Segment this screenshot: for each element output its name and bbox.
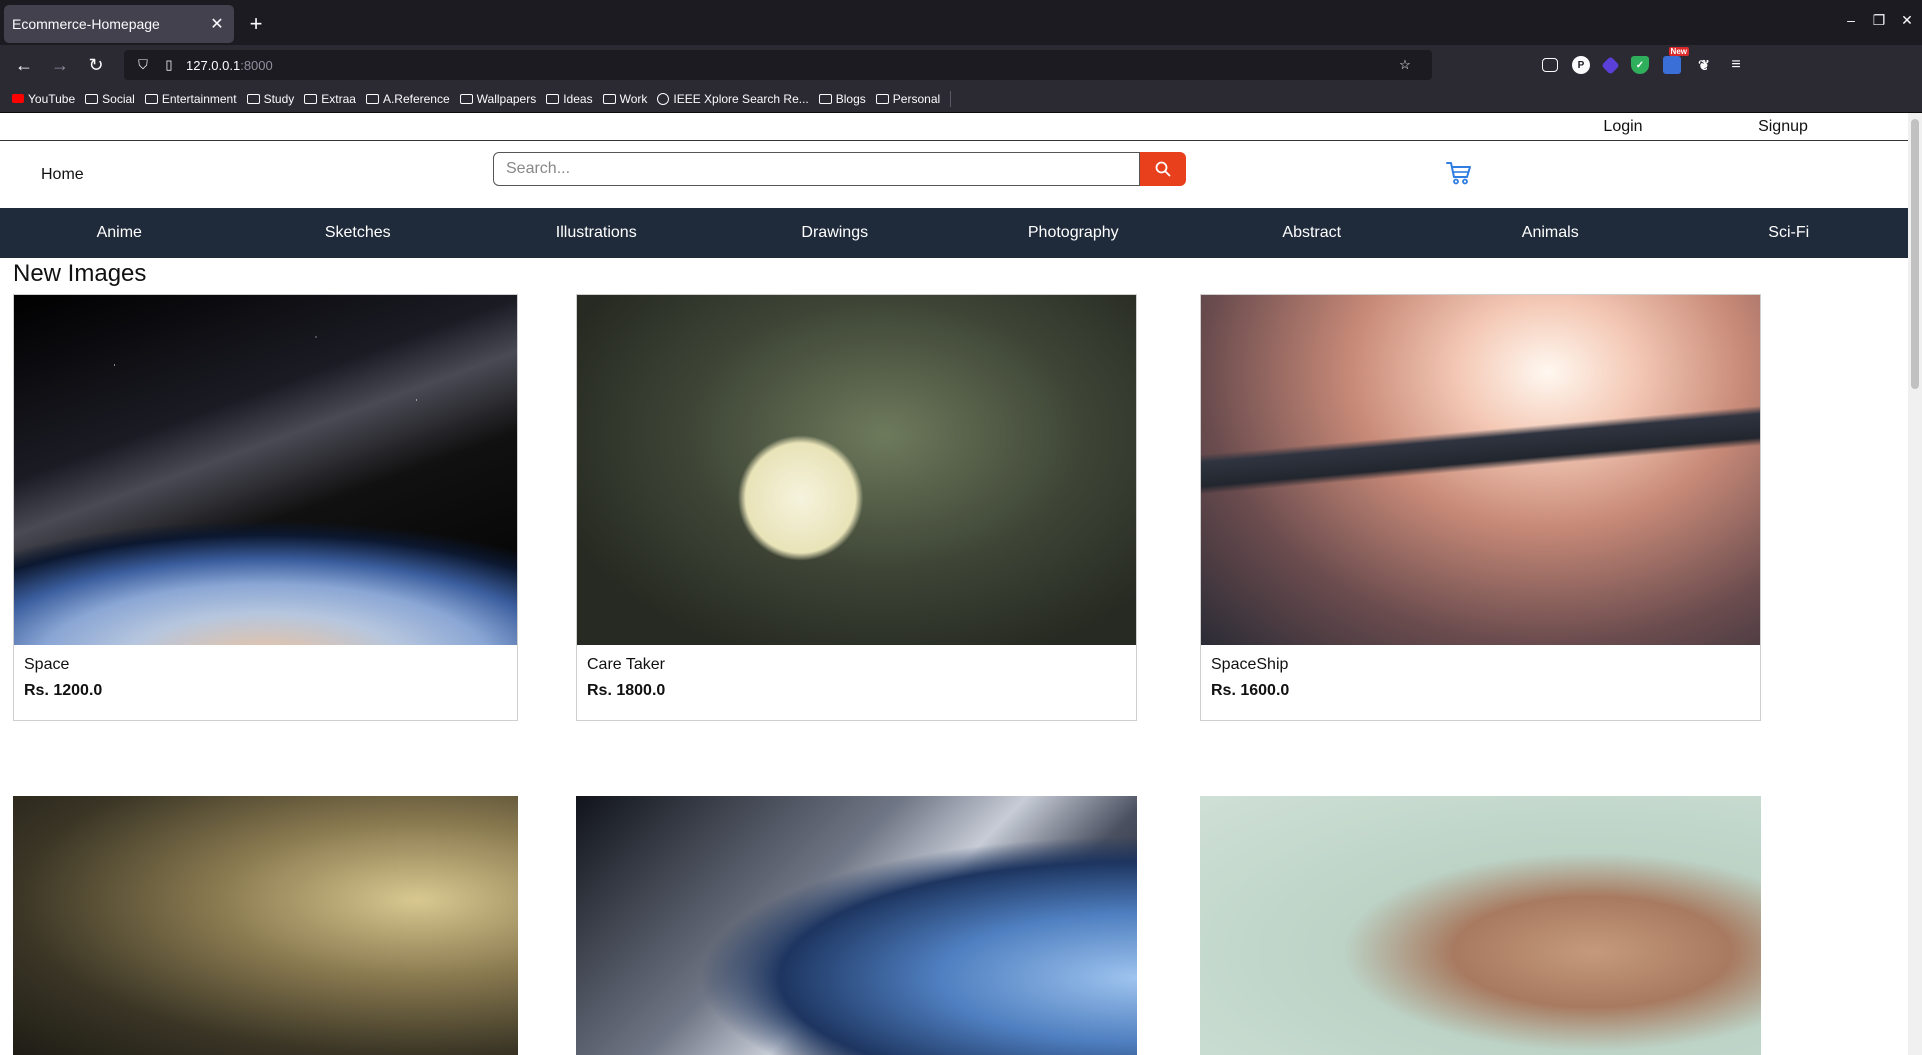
browser-tabbar: Ecommerce-Homepage ✕ + – ❐ ✕ — [0, 0, 1922, 45]
page: Login Signup Home Search... Anime Sketch… — [0, 113, 1908, 1055]
category-anime[interactable]: Anime — [0, 224, 239, 242]
page-icon: ▯ — [165, 57, 173, 72]
bookmark-folder-study[interactable]: Study — [246, 92, 294, 106]
bookmark-star-icon[interactable]: ☆ — [1396, 57, 1414, 73]
folder-icon — [818, 93, 832, 104]
close-icon[interactable]: ✕ — [208, 14, 226, 34]
category-nav: Anime Sketches Illustrations Drawings Ph… — [0, 208, 1908, 258]
url-bar[interactable]: ⛉ ▯ 127.0.0.1 :8000 ☆ — [124, 50, 1432, 80]
browser-navbar: ← → ↻ ⛉ ▯ 127.0.0.1 :8000 ☆ P ✓ New ❦ ≡ — [0, 45, 1922, 85]
url-host: 127.0.0.1 — [186, 57, 241, 73]
bookmark-youtube[interactable]: YouTube — [12, 92, 75, 106]
bookmark-folder-areference[interactable]: A.Reference — [365, 92, 450, 106]
product-card[interactable]: Care Taker Rs. 1800.0 — [576, 294, 1137, 721]
product-name: Space — [24, 656, 70, 673]
folder-icon — [459, 93, 473, 104]
extension-icons: P ✓ New ❦ ≡ — [1542, 47, 1745, 75]
product-price: Rs. 1800.0 — [587, 682, 666, 699]
new-badge: New — [1668, 47, 1689, 56]
category-abstract[interactable]: Abstract — [1193, 224, 1432, 242]
pocket-icon[interactable] — [1542, 58, 1558, 72]
bookmark-folder-entertainment[interactable]: Entertainment — [144, 92, 237, 106]
minimize-icon[interactable]: – — [1844, 12, 1858, 29]
cart-button[interactable] — [1446, 161, 1472, 190]
product-image[interactable] — [1201, 295, 1760, 645]
new-badge-extension-icon[interactable]: New — [1663, 47, 1689, 74]
search-form — [493, 152, 1186, 186]
product-price: Rs. 1200.0 — [24, 682, 103, 699]
product-card[interactable]: Space Rs. 1200.0 — [13, 294, 518, 721]
folder-icon — [602, 93, 616, 104]
window-close-icon[interactable]: ✕ — [1900, 12, 1914, 29]
bookmark-folder-wallpapers[interactable]: Wallpapers — [459, 92, 536, 106]
category-photography[interactable]: Photography — [954, 224, 1193, 242]
profile-extension-icon[interactable]: P — [1572, 56, 1590, 74]
category-illustrations[interactable]: Illustrations — [477, 224, 716, 242]
product-card[interactable] — [576, 796, 1137, 1055]
product-name: SpaceShip — [1211, 656, 1289, 673]
tab-title: Ecommerce-Homepage — [12, 16, 160, 32]
folder-icon — [875, 93, 889, 104]
product-image[interactable] — [576, 796, 1137, 1055]
new-tab-icon[interactable]: + — [240, 8, 272, 40]
url-port: :8000 — [240, 57, 273, 73]
category-drawings[interactable]: Drawings — [716, 224, 955, 242]
bookmark-folder-work[interactable]: Work — [602, 92, 647, 106]
shield-icon[interactable]: ⛉ — [134, 57, 152, 73]
category-animals[interactable]: Animals — [1431, 224, 1670, 242]
bookmarks-separator — [950, 90, 952, 107]
bookmark-ieee[interactable]: IEEE Xplore Search Re... — [657, 92, 809, 106]
shield-extension-icon[interactable]: ✓ — [1631, 56, 1649, 74]
purple-extension-icon[interactable] — [1601, 55, 1620, 75]
folder-icon — [546, 93, 560, 104]
page-viewport: Login Signup Home Search... Anime Sketch… — [0, 113, 1922, 1055]
folder-icon — [304, 93, 318, 104]
product-price: Rs. 1600.0 — [1211, 682, 1290, 699]
folder-icon — [85, 93, 99, 104]
bookmark-folder-ideas[interactable]: Ideas — [546, 92, 593, 106]
site-header: Home — [0, 141, 1908, 208]
globe-icon — [657, 92, 670, 105]
cart-icon — [1446, 162, 1471, 185]
spaceship-overlay — [1201, 295, 1760, 645]
reload-icon[interactable]: ↻ — [80, 49, 112, 81]
product-card[interactable] — [1200, 796, 1761, 1055]
bookmark-folder-personal[interactable]: Personal — [875, 92, 940, 106]
restore-icon[interactable]: ❐ — [1872, 12, 1886, 29]
search-button[interactable] — [1140, 152, 1186, 186]
product-name: Care Taker — [587, 656, 665, 673]
category-scifi[interactable]: Sci-Fi — [1670, 224, 1909, 242]
scrollbar-thumb[interactable] — [1911, 119, 1919, 389]
search-icon — [1155, 161, 1171, 177]
page-scrollbar[interactable] — [1908, 113, 1922, 1055]
signup-link[interactable]: Signup — [1703, 118, 1863, 136]
account-links: Login Signup — [0, 113, 1908, 141]
bookmark-folder-extraa[interactable]: Extraa — [304, 92, 356, 106]
bookmark-folder-blogs[interactable]: Blogs — [818, 92, 866, 106]
product-image[interactable] — [1200, 796, 1761, 1055]
search-input[interactable] — [493, 152, 1140, 186]
window-controls: – ❐ ✕ — [1844, 12, 1914, 29]
login-link[interactable]: Login — [1543, 118, 1703, 136]
product-image[interactable] — [577, 295, 1136, 645]
feather-extension-icon[interactable]: ❦ — [1695, 56, 1713, 74]
menu-icon[interactable]: ≡ — [1727, 56, 1745, 74]
bookmark-folder-social[interactable]: Social — [85, 92, 135, 106]
forward-icon[interactable]: → — [44, 49, 76, 81]
product-image[interactable] — [13, 796, 518, 1055]
category-sketches[interactable]: Sketches — [239, 224, 478, 242]
folder-icon — [246, 93, 260, 104]
folder-icon — [365, 93, 379, 104]
back-icon[interactable]: ← — [8, 49, 40, 81]
bookmarks-bar: YouTube Social Entertainment Study Extra… — [0, 85, 1922, 113]
section-title: New Images — [13, 260, 147, 287]
product-card[interactable] — [13, 796, 518, 1055]
folder-icon — [144, 93, 158, 104]
browser-tab[interactable]: Ecommerce-Homepage ✕ — [4, 5, 234, 43]
home-link[interactable]: Home — [41, 166, 84, 184]
youtube-icon — [12, 94, 24, 103]
product-card[interactable]: SpaceShip Rs. 1600.0 — [1200, 294, 1761, 721]
product-image[interactable] — [14, 295, 517, 645]
